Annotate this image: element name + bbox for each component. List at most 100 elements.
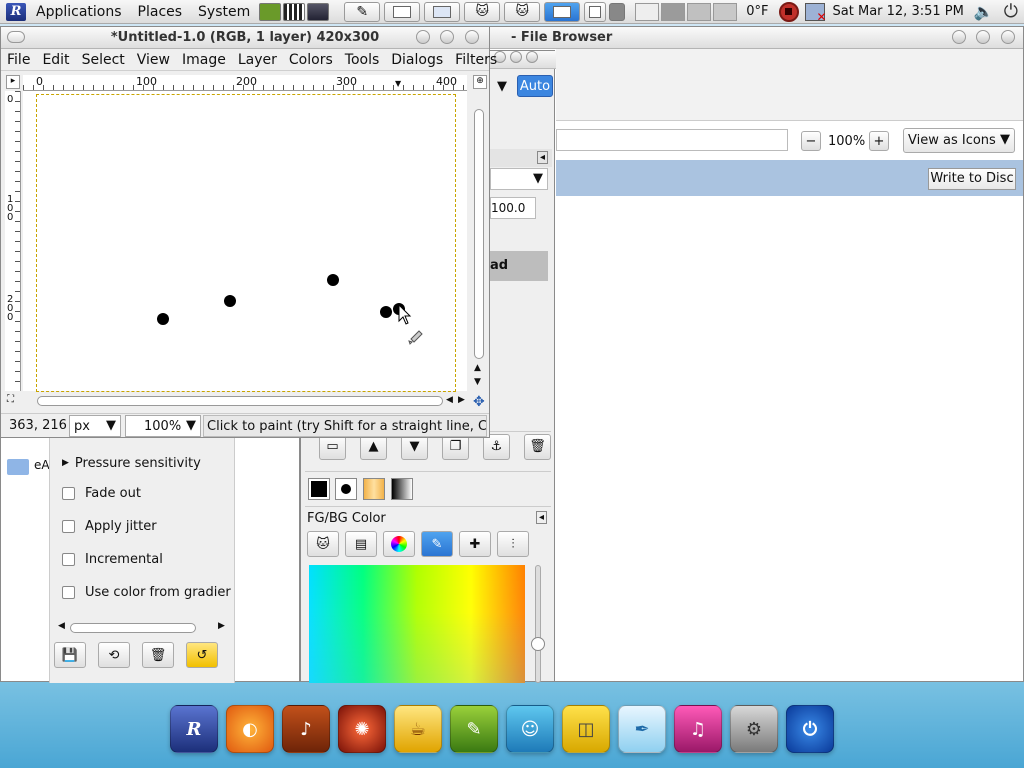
tool-options-hscrollbar[interactable]: ◀ ▶ — [54, 621, 230, 635]
task-gimp-dock-icon[interactable]: 🐱 — [504, 1, 541, 22]
pressure-sensitivity-expander[interactable]: Pressure sensitivity — [75, 456, 201, 471]
cmyk-selector-icon[interactable]: ▤ — [345, 531, 377, 557]
color-value-slider-handle[interactable] — [531, 637, 545, 651]
tab-menu-icon[interactable]: ◂ — [535, 511, 547, 524]
menu-layer[interactable]: Layer — [232, 52, 283, 68]
horizontal-scroll-thumb[interactable] — [37, 396, 443, 406]
settings-gear-icon[interactable]: ⚙ — [730, 705, 778, 753]
maximize-button[interactable] — [440, 30, 455, 44]
coffee-cup-icon[interactable]: ☕ — [394, 705, 442, 753]
scroll-right-icon[interactable]: ▶ — [218, 621, 225, 631]
scroll-up-icon[interactable]: ▲ — [474, 363, 481, 373]
network-disconnected-icon[interactable]: ✕ — [804, 2, 827, 24]
minimize-button[interactable] — [415, 30, 430, 44]
opacity-spinner[interactable]: 100.0 — [490, 197, 536, 219]
workspace-4[interactable] — [713, 2, 738, 21]
workspace-3[interactable] — [687, 2, 712, 21]
firefox-icon[interactable]: ◐ — [226, 705, 274, 753]
gradient-preview-icon[interactable] — [391, 477, 413, 500]
media-flame-icon[interactable]: ✺ — [338, 705, 386, 753]
write-to-disc-button[interactable]: Write to Disc — [928, 168, 1016, 190]
watercolor-selector-icon[interactable]: ✎ — [421, 531, 453, 557]
shutdown-icon[interactable]: ⏻ — [786, 705, 834, 753]
fb-minimize-button[interactable] — [951, 30, 966, 44]
triangle-selector-icon[interactable] — [383, 531, 415, 557]
zoom-out-icon[interactable]: − — [801, 131, 821, 151]
wheel-selector-icon[interactable]: ✚ — [459, 531, 491, 557]
weather-temp[interactable]: 0°F — [746, 4, 768, 19]
horizontal-scrollbar[interactable]: ⛶ ◀ ▶ — [5, 393, 471, 409]
zoom-in-icon[interactable]: + — [869, 131, 889, 151]
task-window-icon[interactable] — [424, 1, 461, 22]
vertical-scroll-thumb[interactable] — [474, 109, 484, 359]
fg-color-swatch[interactable] — [308, 477, 330, 500]
menu-applications[interactable]: Applications — [28, 4, 130, 20]
menu-tools[interactable]: Tools — [339, 52, 386, 68]
side-item-label[interactable]: eA — [34, 458, 50, 472]
view-mode-select[interactable]: View as Icons ▼ — [903, 128, 1015, 153]
use-color-gradient-checkbox[interactable] — [62, 586, 75, 599]
menu-dialogs[interactable]: Dialogs — [385, 52, 449, 68]
record-stop-icon[interactable] — [778, 1, 799, 22]
incremental-option[interactable]: Incremental — [50, 543, 234, 576]
vertical-ruler[interactable]: 0 1 0 0 2 0 0 — [5, 91, 21, 391]
fb-location-input[interactable] — [556, 129, 788, 151]
delete-layer-icon[interactable]: 🗑 — [524, 433, 551, 460]
task-gimp-icon[interactable]: ✎ — [344, 1, 381, 22]
use-color-gradient-option[interactable]: Use color from gradier — [50, 576, 234, 609]
layer-row-background[interactable]: ad — [490, 251, 548, 281]
menu-select[interactable]: Select — [76, 52, 131, 68]
canvas-viewport[interactable] — [23, 91, 467, 392]
navigate-corner-icon[interactable]: ⛶ — [7, 394, 14, 405]
delete-options-icon[interactable]: 🗑 — [142, 642, 174, 668]
vertical-scrollbar[interactable]: ▲ ▼ — [471, 91, 487, 391]
scroll-right-icon[interactable]: ▶ — [458, 395, 465, 405]
restore-options-icon[interactable]: ⟲ — [98, 642, 130, 668]
scales-selector-icon[interactable]: ⫶ — [497, 531, 529, 557]
unit-select[interactable]: px ▼ — [69, 415, 121, 437]
window-menu-icon[interactable] — [7, 31, 25, 43]
office-suite-icon[interactable]: ◫ — [562, 705, 610, 753]
gimp-selector-icon[interactable]: 🐱 — [307, 531, 339, 557]
tab-menu-icon[interactable]: ◂ — [536, 151, 548, 164]
zoom-image-icon[interactable]: ⊕ — [473, 75, 487, 89]
quick-mask-corner-icon[interactable]: ▸ — [6, 75, 20, 89]
save-options-icon[interactable]: 💾 — [54, 642, 86, 668]
zoom-select[interactable]: 100% ▼ — [125, 415, 201, 437]
scroll-left-icon[interactable]: ◀ — [58, 621, 65, 631]
launcher-piano-icon[interactable] — [283, 2, 306, 21]
workspace-2[interactable] — [661, 2, 686, 21]
clock[interactable]: Sat Mar 12, 3:51 PM — [833, 4, 964, 19]
scroll-left-icon[interactable]: ◀ — [446, 395, 453, 405]
apply-jitter-checkbox[interactable] — [62, 520, 75, 533]
launcher-apps-icon[interactable] — [259, 2, 282, 21]
menu-colors[interactable]: Colors — [283, 52, 339, 68]
apply-jitter-option[interactable]: Apply jitter — [50, 510, 234, 543]
color-gradient-area[interactable] — [309, 565, 525, 683]
menu-image[interactable]: Image — [176, 52, 232, 68]
gimp-titlebar[interactable]: *Untitled-1.0 (RGB, 1 layer) 420x300 — [1, 27, 489, 49]
workspace-1[interactable] — [635, 2, 660, 21]
task-text-icon[interactable] — [384, 1, 421, 22]
menu-view[interactable]: View — [131, 52, 176, 68]
volume-icon[interactable]: 🔈 — [974, 2, 994, 21]
auto-button[interactable]: Auto — [517, 75, 553, 97]
task-gimp-toolbox-icon[interactable]: 🐱 — [464, 1, 501, 22]
scroll-down-icon[interactable]: ▼ — [474, 377, 481, 387]
launcher-monitor-icon[interactable] — [307, 2, 330, 21]
fb-maximize-button[interactable] — [976, 30, 991, 44]
image-editor-icon[interactable]: ✎ — [450, 705, 498, 753]
close-button[interactable] — [465, 30, 479, 44]
brush-preview-icon[interactable] — [335, 477, 357, 500]
reset-options-icon[interactable]: ↺ — [186, 642, 218, 668]
distro-logo-icon[interactable]: R — [6, 2, 26, 21]
power-icon[interactable]: ⏻ — [1004, 1, 1018, 22]
mode-select[interactable]: ▼ — [490, 168, 548, 190]
music-player-icon[interactable]: ♫ — [674, 705, 722, 753]
expander-arrow-icon[interactable]: ▶ — [62, 458, 69, 468]
incremental-checkbox[interactable] — [62, 553, 75, 566]
task-blank-icon[interactable] — [584, 1, 607, 22]
horizontal-ruler[interactable]: 0 100 200 300 400 ▼ — [23, 75, 467, 91]
menu-filters[interactable]: Filters — [449, 52, 503, 68]
trash-icon[interactable] — [609, 2, 626, 21]
